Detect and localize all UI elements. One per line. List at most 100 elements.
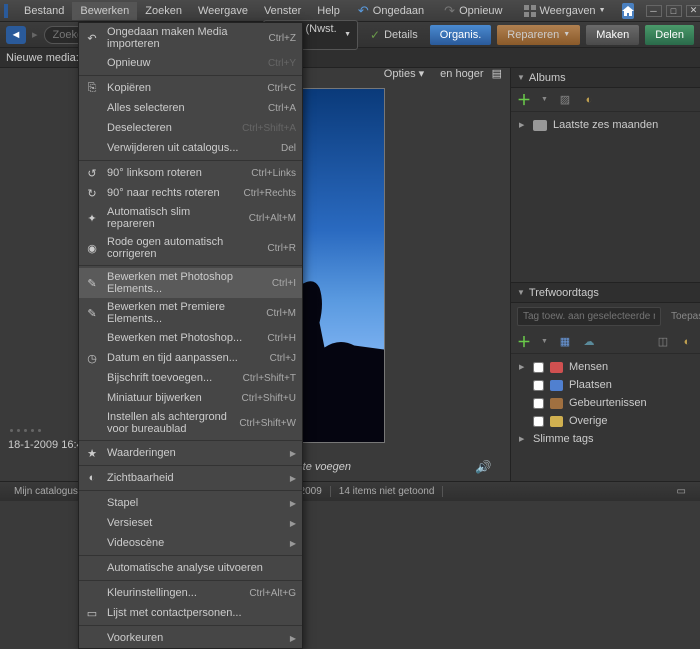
menu-item-shortcut: Ctrl+Shift+A — [242, 123, 296, 134]
menu-item[interactable]: ↺90° linksom roterenCtrl+Links — [79, 163, 302, 183]
submenu-arrow-icon: ▶ — [290, 634, 296, 643]
share-tab[interactable]: Delen — [645, 25, 694, 45]
menu-item[interactable]: Voorkeuren▶ — [79, 628, 302, 648]
menu-item-label: Bewerken met Premiere Elements... — [107, 301, 258, 325]
menu-item-label: Deselecteren — [107, 122, 234, 134]
add-album-button[interactable]: ＋ — [517, 90, 531, 110]
menu-item-label: Automatische analyse uitvoeren — [107, 562, 296, 574]
repair-tab[interactable]: Repareren▼ — [497, 25, 580, 45]
tag-bulb-icon[interactable]: ◐ — [680, 335, 694, 349]
back-button[interactable]: ◄ — [6, 26, 26, 44]
menu-item-label: Rode ogen automatisch corrigeren — [107, 236, 259, 260]
submenu-arrow-icon: ▶ — [290, 519, 296, 528]
menu-item-icon — [85, 141, 99, 155]
sidebar: ▼Albums ＋▼ ▨ ◐ ▶ Laatste zes maanden ▼Tr… — [510, 68, 700, 481]
menu-item[interactable]: Kleurinstellingen...Ctrl+Alt+G — [79, 583, 302, 603]
menu-item[interactable]: ✎Bewerken met Premiere Elements...Ctrl+M — [79, 298, 302, 328]
menu-item: Deselecteren Ctrl+Shift+A — [79, 118, 302, 138]
redo-button[interactable]: ↷Opnieuw — [436, 1, 510, 21]
menu-item-icon: ★ — [85, 446, 99, 460]
audio-icon[interactable]: 🔊 — [475, 460, 490, 474]
menu-item[interactable]: ▭Lijst met contactpersonen... — [79, 603, 302, 623]
menu-bestand[interactable]: Bestand — [16, 2, 72, 20]
home-button[interactable] — [622, 3, 634, 19]
menu-item-label: Ongedaan maken Media importeren — [107, 26, 261, 50]
menu-item[interactable]: Automatische analyse uitvoeren — [79, 558, 302, 578]
tag-item[interactable]: ▶Plaatsen — [517, 376, 694, 394]
app-logo — [4, 4, 8, 18]
menu-item-label: Bewerken met Photoshop... — [107, 332, 259, 344]
tag-item[interactable]: ▶Mensen — [517, 358, 694, 376]
menu-item[interactable]: Miniatuur bijwerkenCtrl+Shift+U — [79, 388, 302, 408]
tag-checkbox[interactable] — [533, 362, 544, 373]
menu-item-shortcut: Del — [281, 143, 296, 154]
organize-tab[interactable]: Organis. — [430, 25, 492, 45]
tag-item[interactable]: ▶Gebeurtenissen — [517, 394, 694, 412]
maximize-button[interactable]: □ — [666, 5, 682, 17]
submenu-arrow-icon: ▶ — [290, 474, 296, 483]
datetime-label: 18-1-2009 16:48 — [8, 439, 89, 451]
filter-menu-icon[interactable]: ▤ — [492, 67, 502, 80]
hidden-label: 14 items niet getoond — [331, 486, 444, 497]
menu-item[interactable]: Bijschrift toevoegen...Ctrl+Shift+T — [79, 368, 302, 388]
smart-tags-item[interactable]: ▶Slimme tags — [517, 430, 694, 448]
menu-item-icon — [85, 101, 99, 115]
tag-checkbox[interactable] — [533, 398, 544, 409]
menu-bewerken[interactable]: Bewerken — [72, 2, 137, 20]
menu-item-icon: ◐ — [85, 471, 99, 485]
menu-item[interactable]: ✦Automatisch slim reparerenCtrl+Alt+M — [79, 203, 302, 233]
tag-checkbox[interactable] — [533, 416, 544, 427]
menu-item-shortcut: Ctrl+C — [267, 83, 296, 94]
tag-checkbox[interactable] — [533, 380, 544, 391]
menu-item-label: Lijst met contactpersonen... — [107, 607, 296, 619]
tag-assign-input[interactable] — [517, 307, 661, 326]
tags-header[interactable]: ▼Trefwoordtags — [511, 283, 700, 303]
album-edit-icon[interactable]: ▨ — [558, 93, 572, 107]
menu-venster[interactable]: Venster — [256, 2, 309, 20]
menu-item[interactable]: ★Waarderingen▶ — [79, 443, 302, 463]
album-item[interactable]: ▶ Laatste zes maanden — [517, 116, 694, 134]
menu-item-icon: ◉ — [85, 241, 99, 255]
menu-item-label: Miniatuur bijwerken — [107, 392, 234, 404]
menu-item-label: Verwijderen uit catalogus... — [107, 142, 273, 154]
menu-item[interactable]: Verwijderen uit catalogus... Del — [79, 138, 302, 158]
menu-item[interactable]: ↶Ongedaan maken Media importerenCtrl+Z — [79, 23, 302, 53]
menu-item[interactable]: Instellen als achtergrond voor bureaubla… — [79, 408, 302, 438]
make-tab[interactable]: Maken — [586, 25, 639, 45]
apply-tags-button[interactable]: Toepassen — [665, 308, 700, 325]
menu-item-icon: ↺ — [85, 166, 99, 180]
menu-item[interactable]: ✎Bewerken met Photoshop Elements...Ctrl+… — [79, 268, 302, 298]
menu-item-label: Kopiëren — [107, 82, 259, 94]
status-icon[interactable]: ▭ — [669, 486, 694, 497]
tag-icon-1[interactable]: ▦ — [558, 335, 572, 349]
menu-item-label: Waarderingen — [107, 447, 282, 459]
add-tag-button[interactable]: ＋ — [517, 332, 531, 352]
menu-weergave[interactable]: Weergave — [190, 2, 256, 20]
menu-item[interactable]: ◐ Zichtbaarheid ▶ — [79, 468, 302, 488]
menu-help[interactable]: Help — [309, 2, 348, 20]
views-button[interactable]: Weergaven▼ — [515, 2, 614, 20]
close-button[interactable]: ✕ — [686, 5, 700, 17]
menu-item-label: Zichtbaarheid — [107, 472, 282, 484]
menu-zoeken[interactable]: Zoeken — [137, 2, 190, 20]
tag-person-icon[interactable]: ◫ — [656, 335, 670, 349]
menu-item-shortcut: Ctrl+Z — [269, 33, 297, 44]
menu-item[interactable]: ↻90° naar rechts roterenCtrl+Rechts — [79, 183, 302, 203]
menu-item[interactable]: Alles selecterenCtrl+A — [79, 98, 302, 118]
minimize-button[interactable]: ─ — [646, 5, 662, 17]
menu-item[interactable]: ⎘KopiërenCtrl+C — [79, 78, 302, 98]
tag-icon-2[interactable]: ☁ — [582, 335, 596, 349]
albums-header[interactable]: ▼Albums — [511, 68, 700, 88]
undo-button[interactable]: ↶Ongedaan — [350, 1, 432, 21]
check-icon: ✓ — [370, 28, 380, 42]
menu-item[interactable]: ◉Rode ogen automatisch corrigerenCtrl+R — [79, 233, 302, 263]
menu-item-label: Datum en tijd aanpassen... — [107, 352, 262, 364]
menu-item-shortcut: Ctrl+Alt+G — [249, 588, 296, 599]
menu-item[interactable]: ◷Datum en tijd aanpassen...Ctrl+J — [79, 348, 302, 368]
tag-item[interactable]: ▶Overige — [517, 412, 694, 430]
menu-item[interactable]: Bewerken met Photoshop...Ctrl+H — [79, 328, 302, 348]
menu-item-label: 90° naar rechts roteren — [107, 187, 235, 199]
album-share-icon[interactable]: ◐ — [582, 93, 596, 107]
options-dropdown[interactable]: Opties ▾ — [384, 67, 424, 80]
menu-item-icon — [85, 391, 99, 405]
